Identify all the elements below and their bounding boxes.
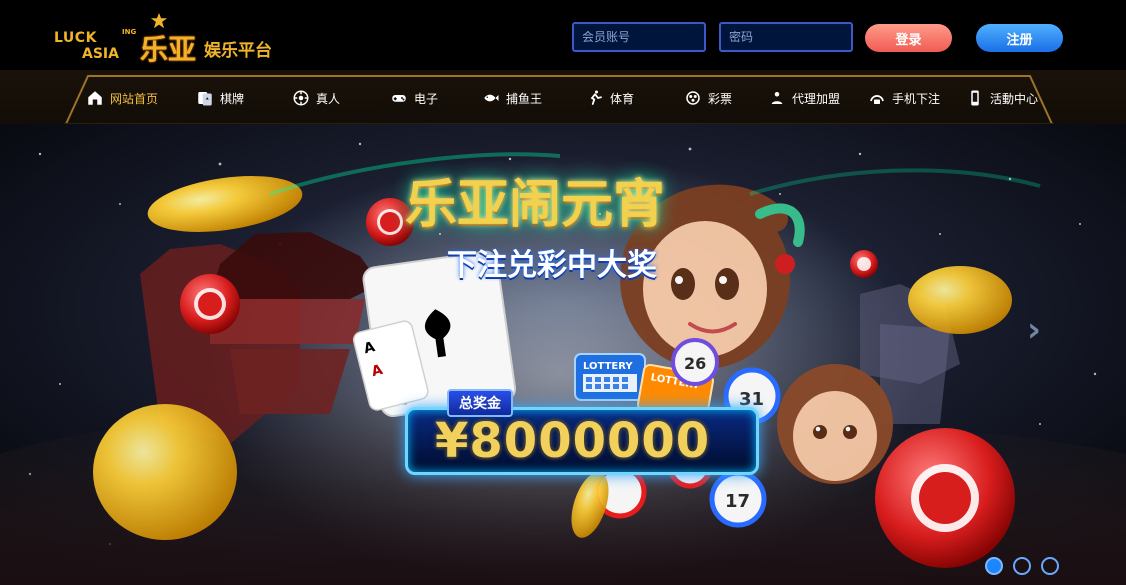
nav-item-fishing[interactable]: 捕鱼王 bbox=[482, 86, 542, 110]
carousel-dot-3[interactable] bbox=[1041, 557, 1059, 575]
cards-icon bbox=[196, 89, 214, 107]
promo-title: 乐亚闹元宵 下注兑彩中大奖 bbox=[395, 162, 735, 287]
jackpot-panel: 总奖金 ¥8000000 bbox=[405, 389, 759, 479]
nav-item-label: 电子 bbox=[414, 91, 439, 106]
runner-icon bbox=[586, 89, 604, 107]
nav-item-label: 彩票 bbox=[708, 91, 733, 106]
logo-chinese-text: 乐亚 bbox=[140, 33, 197, 66]
gamepad-icon bbox=[390, 89, 408, 107]
nav-item-mobile-bet[interactable]: 手机下注 bbox=[868, 86, 940, 110]
register-button[interactable]: 注册 bbox=[976, 24, 1063, 52]
lottery-icon bbox=[684, 89, 702, 107]
phone-icon bbox=[966, 89, 984, 107]
nav-items: 网站首页 棋牌 真人 电子 捕鱼王 体育 彩票 代理加盟 手机下注 活動中心 bbox=[86, 86, 1086, 110]
nav-item-label: 网站首页 bbox=[110, 91, 159, 106]
nav-item-label: 真人 bbox=[316, 91, 341, 106]
promo-title-main: 乐亚闹元宵 bbox=[405, 175, 666, 235]
nav-item-home[interactable]: 网站首页 bbox=[86, 86, 158, 110]
logo-ing-text: ING bbox=[122, 28, 137, 36]
agent-icon bbox=[768, 89, 786, 107]
top-header: LUCK ING ASIA 乐亚 娱乐平台 登录 注册 bbox=[0, 0, 1126, 70]
hero-banner: A A A LOTTERY bbox=[0, 124, 1126, 585]
home-icon bbox=[86, 89, 104, 107]
nav-item-chess[interactable]: 棋牌 bbox=[196, 86, 244, 110]
nav-item-sports[interactable]: 体育 bbox=[586, 86, 634, 110]
nav-item-label: 体育 bbox=[610, 91, 635, 106]
carousel-dots bbox=[985, 555, 1060, 577]
nav-item-label: 棋牌 bbox=[220, 91, 245, 106]
mobile-bet-icon bbox=[868, 89, 886, 107]
logo-tagline: 娱乐平台 bbox=[204, 41, 272, 61]
logo[interactable]: LUCK ING ASIA 乐亚 娱乐平台 bbox=[52, 12, 312, 66]
lottery-ticket-text: LOTTERY bbox=[583, 361, 633, 372]
carousel-dot-1[interactable] bbox=[985, 557, 1003, 575]
carousel-dot-2[interactable] bbox=[1013, 557, 1031, 575]
nav-item-label: 手机下注 bbox=[892, 91, 941, 106]
nav-item-label: 捕鱼王 bbox=[506, 91, 543, 106]
ball-number-text: 26 bbox=[684, 354, 706, 373]
nav-item-label: 活動中心 bbox=[990, 91, 1039, 106]
ball-number-text: 17 bbox=[725, 491, 750, 512]
logo-asia-text: ASIA bbox=[82, 46, 119, 62]
password-input[interactable] bbox=[719, 22, 853, 52]
login-button[interactable]: 登录 bbox=[865, 24, 952, 52]
nav-item-label: 代理加盟 bbox=[792, 91, 841, 106]
nav-item-live[interactable]: 真人 bbox=[292, 86, 340, 110]
main-nav: 网站首页 棋牌 真人 电子 捕鱼王 体育 彩票 代理加盟 手机下注 活動中心 bbox=[0, 70, 1126, 125]
promo-title-sub: 下注兑彩中大奖 bbox=[447, 248, 657, 283]
chevron-right-icon[interactable]: › bbox=[1027, 310, 1049, 350]
username-input[interactable] bbox=[572, 22, 706, 52]
nav-item-lottery[interactable]: 彩票 bbox=[684, 86, 732, 110]
roulette-icon bbox=[292, 89, 310, 107]
fish-icon bbox=[482, 89, 500, 107]
jackpot-value: ¥8000000 bbox=[435, 413, 711, 469]
nav-item-agent[interactable]: 代理加盟 bbox=[768, 86, 840, 110]
nav-item-electronic[interactable]: 电子 bbox=[390, 86, 438, 110]
logo-lucky-text: LUCK bbox=[54, 30, 97, 46]
nav-item-activity-center[interactable]: 活動中心 bbox=[966, 86, 1038, 110]
